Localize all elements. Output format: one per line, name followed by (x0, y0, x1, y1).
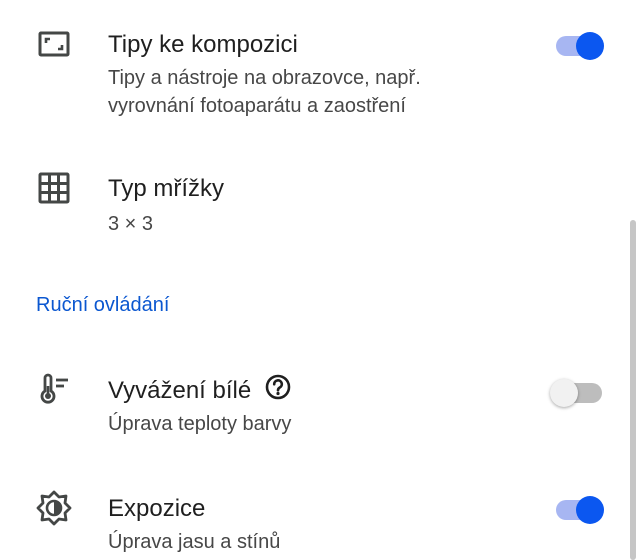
setting-subtitle: Úprava jasu a stínů (108, 531, 281, 553)
thermometer-icon (36, 372, 72, 408)
section-header-manual-controls: Ruční ovládání (36, 294, 170, 316)
toggle-thumb (576, 32, 604, 60)
setting-title: Tipy ke kompozici (108, 31, 298, 58)
exposure-icon (36, 490, 72, 526)
setting-subtitle-line-2: vyrovnání fotoaparátu a zaostření (108, 95, 406, 117)
exposure-toggle[interactable] (550, 494, 608, 526)
setting-subtitle: Úprava teploty barvy (108, 413, 292, 435)
white-balance-toggle[interactable] (550, 377, 608, 409)
setting-row-exposure[interactable]: Expozice Úprava jasu a stínů (0, 480, 640, 560)
setting-title: Vyvážení bílé (108, 377, 252, 404)
setting-row-grid[interactable]: Typ mřížky 3 × 3 (0, 160, 640, 250)
toggle-thumb (576, 496, 604, 524)
setting-title: Expozice (108, 495, 206, 522)
setting-subtitle: 3 × 3 (108, 213, 154, 235)
scrollbar[interactable] (630, 220, 636, 560)
setting-row-white-balance[interactable]: Vyvážení bílé Úprava teploty barvy (0, 360, 640, 450)
setting-subtitle-line-1: Tipy a nástroje na obrazovce, např. (108, 67, 421, 89)
composition-toggle[interactable] (550, 30, 608, 62)
setting-row-composition[interactable]: Tipy ke kompozici Tipy a nástroje na obr… (0, 0, 640, 140)
toggle-thumb (550, 379, 578, 407)
grid-icon (36, 170, 72, 206)
setting-title: Typ mřížky (108, 175, 225, 202)
composition-frame-icon (36, 26, 72, 62)
settings-screen: Tipy ke kompozici Tipy a nástroje na obr… (0, 0, 640, 560)
help-circle-icon[interactable] (264, 373, 292, 401)
